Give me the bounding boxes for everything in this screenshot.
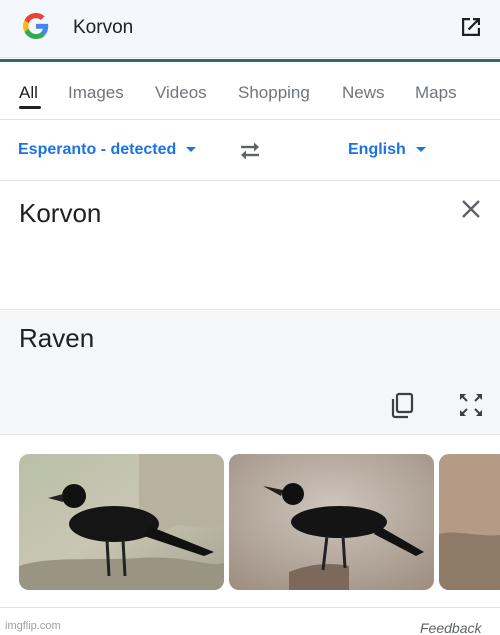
tab-videos[interactable]: Videos [155, 83, 207, 103]
image-thumbnail[interactable] [229, 454, 434, 590]
close-icon[interactable] [459, 197, 483, 221]
source-language-label: Esperanto - detected [18, 141, 177, 158]
tab-images[interactable]: Images [68, 83, 124, 103]
search-tabs: All Images Videos Shopping News Maps [0, 62, 500, 120]
translation-result-area: Raven [0, 311, 500, 435]
fullscreen-icon[interactable] [458, 392, 484, 418]
chevron-down-icon [415, 147, 426, 153]
source-text-area[interactable]: Korvon [0, 182, 500, 310]
source-text[interactable]: Korvon [19, 198, 101, 229]
raven-photo-2 [229, 454, 434, 590]
active-tab-indicator [19, 106, 41, 109]
tab-maps[interactable]: Maps [415, 83, 457, 103]
footer-divider [0, 607, 500, 608]
chevron-down-icon [186, 147, 197, 153]
tab-all[interactable]: All [19, 83, 38, 103]
open-in-new-icon[interactable] [459, 15, 483, 39]
swap-languages-icon[interactable] [237, 140, 263, 162]
search-query[interactable]: Korvon [73, 17, 133, 39]
raven-photo-3 [439, 454, 500, 590]
image-thumbnail[interactable] [439, 454, 500, 590]
copy-icon[interactable] [390, 392, 416, 420]
search-bar[interactable]: Korvon [0, 0, 500, 58]
source-language-select[interactable]: Esperanto - detected [18, 141, 197, 159]
translation-result: Raven [19, 323, 95, 353]
image-thumbnail[interactable] [19, 454, 224, 590]
tab-news[interactable]: News [342, 83, 385, 103]
imgflip-watermark: imgflip.com [5, 620, 61, 632]
raven-photo-1 [19, 454, 224, 590]
feedback-link[interactable]: Feedback [420, 620, 481, 635]
google-logo-icon[interactable] [23, 13, 49, 39]
tab-shopping[interactable]: Shopping [238, 83, 310, 103]
target-language-select[interactable]: English [348, 141, 426, 159]
target-language-label: English [348, 141, 406, 158]
